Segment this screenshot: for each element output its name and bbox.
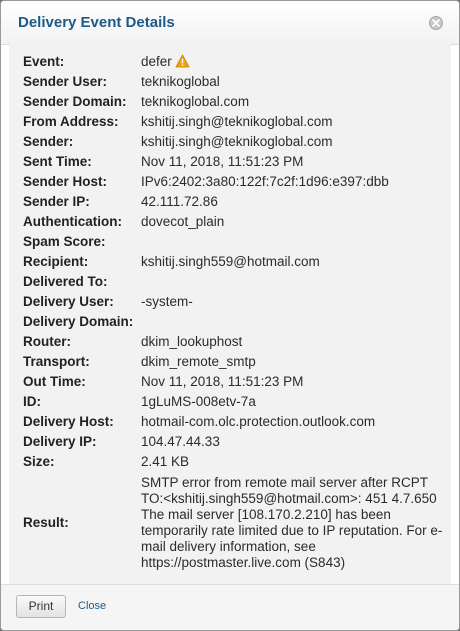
detail-label: Delivery IP: xyxy=(23,434,97,449)
detail-value: 2.41 KB xyxy=(141,454,443,470)
detail-label: Transport: xyxy=(23,354,90,369)
delivery-event-dialog: Delivery Event Details Event: defer Sender… xyxy=(0,0,460,631)
detail-value-text: SMTP error from remote mail server after… xyxy=(141,475,443,570)
detail-value-text: defer xyxy=(141,54,172,69)
detail-value-text: teknikoglobal xyxy=(141,74,220,89)
detail-label: Size: xyxy=(23,454,55,469)
dialog-title: Delivery Event Details xyxy=(18,14,175,31)
detail-label: Spam Score: xyxy=(23,234,106,249)
detail-value: Nov 11, 2018, 11:51:23 PM xyxy=(141,154,443,170)
detail-label: Delivered To: xyxy=(23,274,108,289)
detail-value: kshitij.singh559@hotmail.com xyxy=(141,254,443,270)
detail-label: Sender IP: xyxy=(23,194,90,209)
detail-label: Router: xyxy=(23,334,71,349)
detail-value-text: Nov 11, 2018, 11:51:23 PM xyxy=(141,154,304,169)
details-panel: Event: defer Sender User: teknikoglobal Send… xyxy=(9,44,451,584)
detail-label: Sender Host: xyxy=(23,174,108,189)
print-button[interactable]: Print xyxy=(16,595,66,618)
detail-label: Event: xyxy=(23,54,65,69)
detail-label: Delivery Domain: xyxy=(23,314,134,329)
detail-label: Sender: xyxy=(23,134,74,149)
detail-row: Result: SMTP error from remote mail serve… xyxy=(23,475,443,571)
detail-label: Sender User: xyxy=(23,74,108,89)
detail-value-text: 2.41 KB xyxy=(141,454,190,469)
detail-value: -system- xyxy=(141,294,443,310)
detail-label: Recipient: xyxy=(23,254,89,269)
detail-value-text: 1gLuMS-008etv-7a xyxy=(141,394,256,409)
detail-value: defer xyxy=(141,54,443,72)
detail-value-text: dovecot_plain xyxy=(141,214,225,229)
detail-value: SMTP error from remote mail server after… xyxy=(141,475,443,571)
close-icon[interactable] xyxy=(429,16,443,30)
close-link[interactable]: Close xyxy=(78,600,106,612)
dialog-footer: Print Close xyxy=(1,584,459,630)
detail-value: 104.47.44.33 xyxy=(141,434,443,450)
detail-value: kshitij.singh@teknikoglobal.com xyxy=(141,114,443,130)
dialog-title-bar: Delivery Event Details xyxy=(1,1,459,45)
detail-value: dovecot_plain xyxy=(141,214,443,230)
detail-label: Delivery Host: xyxy=(23,414,114,429)
detail-value-text: IPv6:2402:3a80:122f:7c2f:1d96:e397:dbb xyxy=(141,174,389,189)
detail-value-text: 104.47.44.33 xyxy=(141,434,220,449)
detail-value: Nov 11, 2018, 11:51:23 PM xyxy=(141,374,443,390)
detail-value-text: kshitij.singh559@hotmail.com xyxy=(141,254,320,269)
warning-icon xyxy=(175,54,190,72)
detail-label: Authentication: xyxy=(23,214,122,229)
detail-label: Delivery User: xyxy=(23,294,114,309)
detail-label: Sender Domain: xyxy=(23,94,127,109)
detail-value: kshitij.singh@teknikoglobal.com xyxy=(141,134,443,150)
detail-value: hotmail-com.olc.protection.outlook.com xyxy=(141,414,443,430)
detail-value-text: Nov 11, 2018, 11:51:23 PM xyxy=(141,374,304,389)
detail-value-text: kshitij.singh@teknikoglobal.com xyxy=(141,134,333,149)
detail-label: Out Time: xyxy=(23,374,86,389)
detail-value: teknikoglobal xyxy=(141,74,443,90)
detail-value-text: 42.111.72.86 xyxy=(141,194,218,209)
detail-value-text: dkim_lookuphost xyxy=(141,334,243,349)
detail-value: IPv6:2402:3a80:122f:7c2f:1d96:e397:dbb xyxy=(141,174,443,190)
detail-value: dkim_lookuphost xyxy=(141,334,443,350)
detail-label: Result: xyxy=(23,515,69,530)
detail-value-text: -system- xyxy=(141,294,193,309)
detail-value-text: hotmail-com.olc.protection.outlook.com xyxy=(141,414,376,429)
detail-label: Sent Time: xyxy=(23,154,92,169)
detail-value: dkim_remote_smtp xyxy=(141,354,443,370)
detail-value-text: kshitij.singh@teknikoglobal.com xyxy=(141,114,333,129)
detail-value: 42.111.72.86 xyxy=(141,194,443,210)
detail-value: teknikoglobal.com xyxy=(141,94,443,110)
detail-value: 1gLuMS-008etv-7a xyxy=(141,394,443,410)
detail-label: ID: xyxy=(23,394,41,409)
detail-value-text: dkim_remote_smtp xyxy=(141,354,256,369)
detail-value-text: teknikoglobal.com xyxy=(141,94,250,109)
detail-label: From Address: xyxy=(23,114,119,129)
